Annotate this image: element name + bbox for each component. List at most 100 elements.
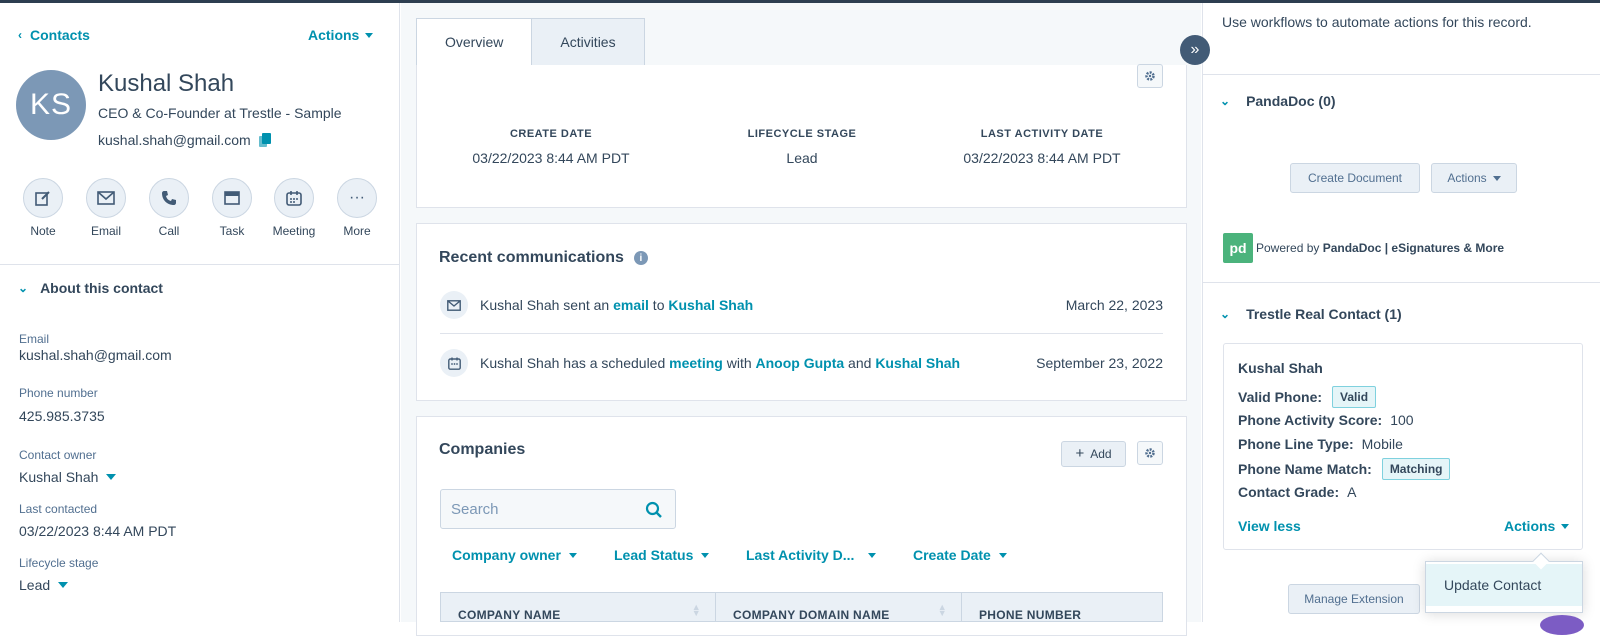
email-link[interactable]: email [613, 297, 649, 313]
stat-create-date: CREATE DATE 03/22/2023 8:44 AM PDT [453, 128, 649, 166]
powered-brand: PandaDoc | eSignatures & More [1322, 241, 1505, 255]
filter-company-owner[interactable]: Company owner [452, 547, 577, 563]
stat-value: 03/22/2023 8:44 AM PDT [963, 150, 1121, 166]
divider [1202, 282, 1600, 283]
pandadoc-logo: pd [1223, 233, 1253, 263]
settings-gear-icon[interactable] [1137, 441, 1163, 465]
email-property-label: Email [19, 332, 50, 346]
contact-link[interactable]: Anoop Gupta [756, 355, 845, 371]
add-company-button[interactable]: + Add [1061, 441, 1126, 467]
column-label: PHONE NUMBER [979, 608, 1082, 622]
stat-value: 03/22/2023 8:44 AM PDT [472, 150, 630, 166]
avatar: KS [16, 70, 86, 140]
stat-key: CREATE DATE [509, 128, 593, 140]
column-phone-number[interactable]: PHONE NUMBER [962, 593, 1162, 622]
task-action-label: Task [219, 224, 245, 238]
contact-link[interactable]: Kushal Shah [875, 355, 960, 371]
phone-property-value[interactable]: 425.985.3735 [19, 408, 105, 424]
communication-text: Kushal Shah sent an email to Kushal Shah [480, 297, 1066, 313]
trestle-section-toggle[interactable]: ⌄ Trestle Real Contact (1) [1220, 306, 1402, 322]
email-property-value[interactable]: kushal.shah@gmail.com [19, 347, 172, 363]
more-icon: ··· [337, 178, 377, 218]
contact-link[interactable]: Kushal Shah [668, 297, 753, 313]
owner-value: Kushal Shah [19, 469, 99, 485]
filter-last-activity-date[interactable]: Last Activity D... [746, 547, 877, 563]
status-badge: Matching [1381, 458, 1451, 480]
lifecycle-stage-select[interactable]: Lead [19, 577, 69, 593]
communication-item[interactable]: Kushal Shah has a scheduled meeting with… [440, 343, 1163, 383]
about-section-toggle[interactable]: ⌄ About this contact [18, 280, 163, 296]
filter-label: Create Date [913, 547, 991, 563]
sort-icon[interactable]: ▲ ▼ [692, 603, 701, 618]
contact-name: Kushal Shah [98, 70, 235, 97]
more-action[interactable]: ··· More [335, 178, 379, 238]
tab-activities[interactable]: Activities [532, 18, 645, 66]
communication-date: March 22, 2023 [1065, 297, 1163, 313]
contact-actions-dropdown[interactable]: Actions [308, 27, 374, 43]
trestle-name: Kushal Shah [1238, 360, 1323, 376]
tab-overview[interactable]: Overview [416, 18, 533, 66]
task-icon [212, 178, 252, 218]
communication-item[interactable]: Kushal Shah sent an email to Kushal Shah… [440, 285, 1163, 325]
comm-text: Kushal Shah has a scheduled [480, 355, 670, 371]
note-action-label: Note [30, 224, 56, 238]
filter-create-date[interactable]: Create Date [913, 547, 1007, 563]
search-icon[interactable] [645, 501, 663, 523]
copy-icon[interactable] [258, 133, 273, 147]
powered-by-text: Powered by PandaDoc | eSignatures & More [1256, 241, 1504, 255]
pandadoc-actions-button[interactable]: Actions [1431, 163, 1517, 193]
communication-text: Kushal Shah has a scheduled meeting with… [480, 355, 1036, 371]
collapse-sidebar-icon[interactable]: » [1180, 35, 1210, 65]
actions-dropdown-menu: Update Contact [1425, 561, 1583, 613]
stat-key: LIFECYCLE STAGE [747, 128, 857, 140]
back-to-contacts-link[interactable]: ‹ Contacts [18, 27, 90, 43]
last-contacted-value: 03/22/2023 8:44 AM PDT [19, 523, 176, 539]
actions-label: Actions [308, 27, 360, 43]
search-input[interactable]: Search [440, 489, 676, 529]
help-widget-icon[interactable] [1540, 615, 1584, 635]
call-action[interactable]: Call [147, 178, 191, 238]
settings-gear-icon[interactable] [1137, 64, 1163, 88]
phone-value: 425.985.3735 [19, 408, 105, 424]
update-contact-menu-item[interactable]: Update Contact [1426, 564, 1582, 606]
last-contacted-label: Last contacted [19, 502, 98, 516]
caret-down-icon [58, 582, 69, 588]
activity-score-row: Phone Activity Score: 100 [1238, 412, 1414, 428]
meeting-action[interactable]: Meeting [272, 178, 316, 238]
calendar-icon [274, 178, 314, 218]
note-action[interactable]: Note [21, 178, 65, 238]
email-icon [86, 178, 126, 218]
plus-icon: + [1075, 445, 1085, 462]
caret-down-icon [365, 32, 374, 38]
field-label: Phone Name Match: [1238, 461, 1372, 477]
owner-property-label: Contact owner [19, 448, 97, 462]
info-icon[interactable]: i [633, 251, 648, 265]
comm-text: Kushal Shah sent an [480, 297, 614, 313]
comm-text: and [844, 355, 876, 371]
create-document-button[interactable]: Create Document [1290, 163, 1420, 193]
lifecycle-value: Lead [19, 577, 51, 593]
about-title: About this contact [40, 280, 163, 296]
column-company-name[interactable]: COMPANY NAME ▲ ▼ [441, 593, 716, 622]
manage-extension-button[interactable]: Manage Extension [1288, 584, 1420, 614]
task-action[interactable]: Task [210, 178, 254, 238]
last-contacted-text: 03/22/2023 8:44 AM PDT [19, 523, 177, 539]
note-icon [23, 178, 63, 218]
view-less-link[interactable]: View less [1238, 518, 1301, 534]
field-value: Mobile [1361, 436, 1403, 452]
filter-lead-status[interactable]: Lead Status [614, 547, 710, 563]
owner-property-select[interactable]: Kushal Shah [19, 469, 117, 485]
pandadoc-section-toggle[interactable]: ⌄ PandaDoc (0) [1220, 93, 1336, 109]
caret-down-icon [1561, 523, 1570, 529]
line-type-row: Phone Line Type: Mobile [1238, 436, 1403, 452]
email-action[interactable]: Email [84, 178, 128, 238]
trestle-actions-dropdown[interactable]: Actions [1504, 518, 1570, 534]
filter-label: Company owner [452, 547, 561, 563]
sort-icon[interactable]: ▲ ▼ [938, 603, 947, 618]
column-company-domain[interactable]: COMPANY DOMAIN NAME ▲ ▼ [716, 593, 962, 622]
column-label: COMPANY DOMAIN NAME [733, 608, 890, 622]
more-action-label: More [343, 224, 371, 238]
divider [0, 264, 400, 265]
meeting-link[interactable]: meeting [669, 355, 723, 371]
job-title: CEO & Co-Founder at Trestle - Sample [98, 105, 342, 121]
